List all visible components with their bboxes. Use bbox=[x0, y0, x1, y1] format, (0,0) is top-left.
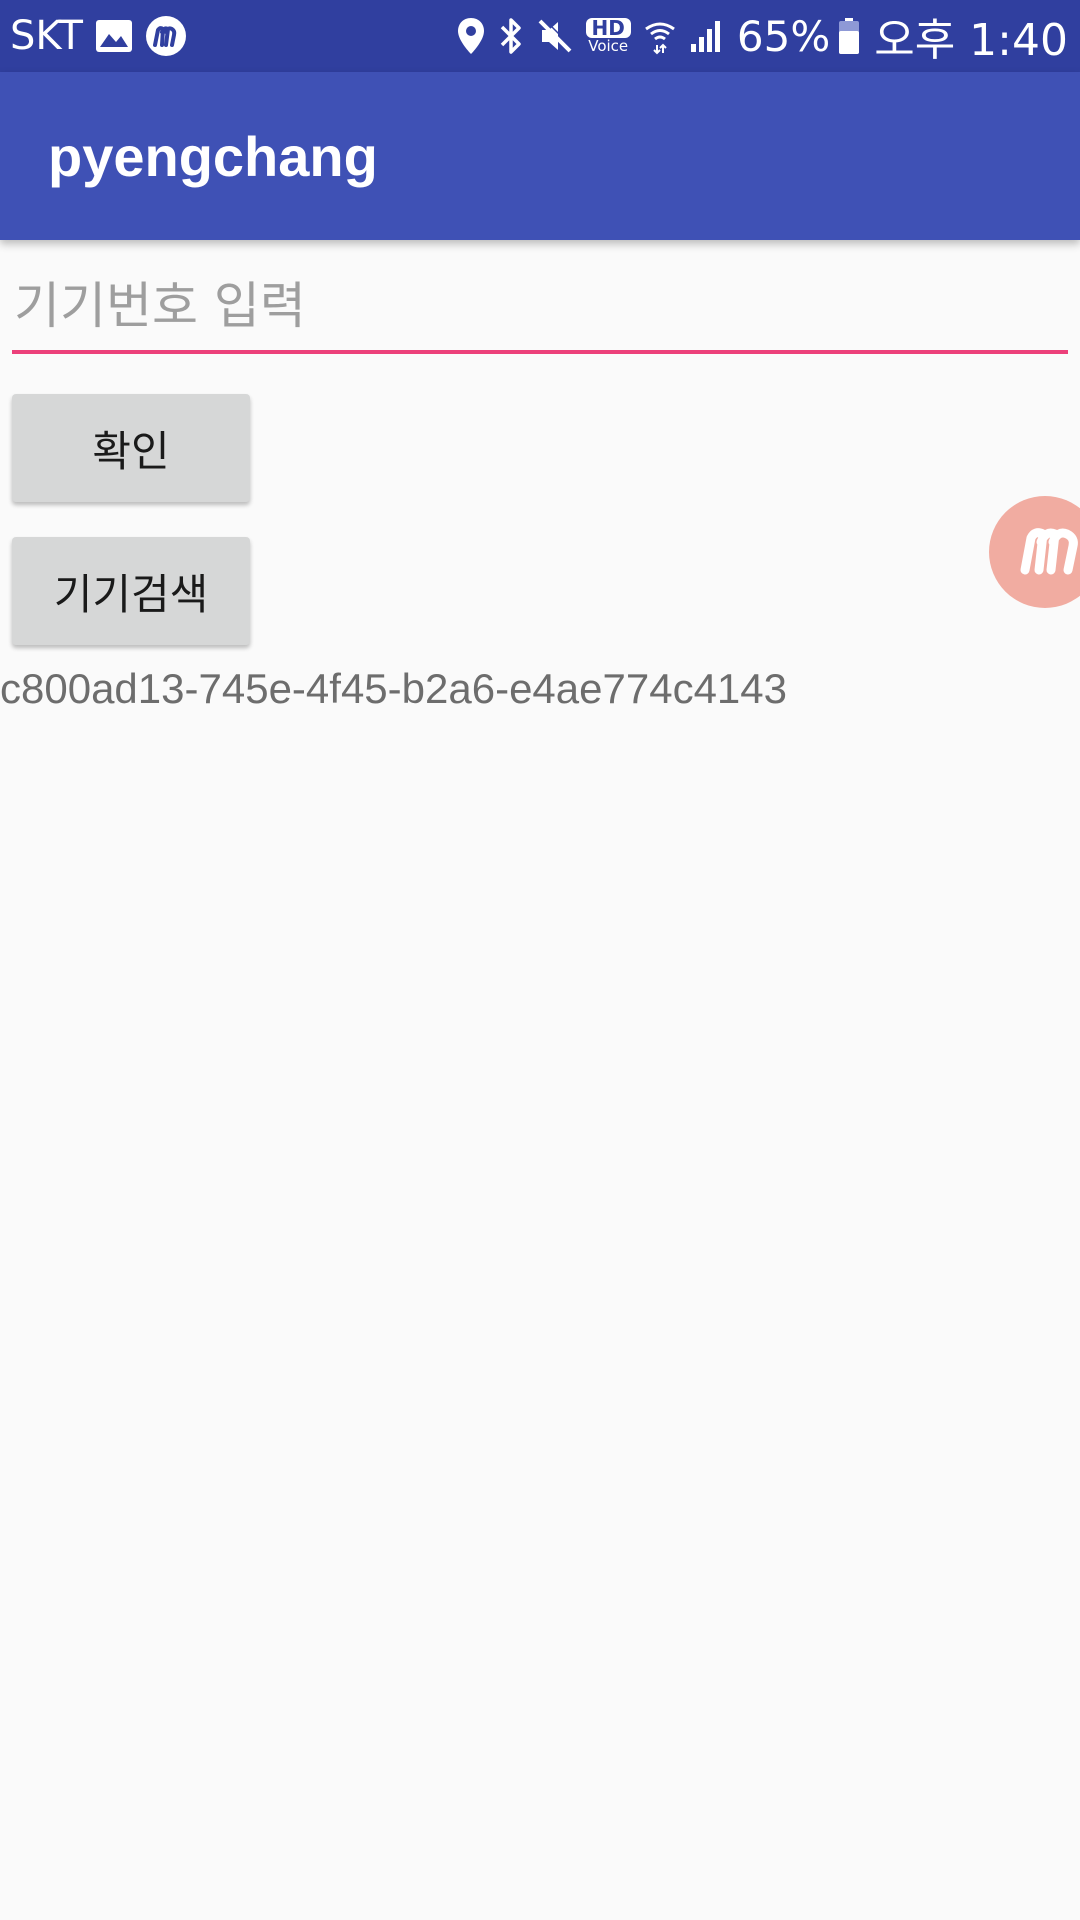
input-underline bbox=[12, 350, 1068, 354]
confirm-button-label: 확인 bbox=[92, 426, 170, 476]
clock: 오후 1:40 bbox=[874, 15, 1068, 66]
app-screen: SKT HD Voice 65% 오후 1:40 pyengchang 기기번호… bbox=[0, 0, 1080, 1920]
floating-mobizen-button[interactable] bbox=[989, 496, 1080, 608]
mobizen-icon bbox=[1019, 520, 1080, 585]
mobizen-icon bbox=[145, 15, 187, 57]
device-search-button-label: 기기검색 bbox=[53, 569, 209, 619]
signal-icon bbox=[689, 18, 725, 54]
location-icon bbox=[456, 16, 486, 56]
battery-icon bbox=[838, 17, 860, 55]
app-title: pyengchang bbox=[48, 124, 378, 188]
bluetooth-icon bbox=[498, 16, 524, 56]
hd-label: HD bbox=[585, 18, 631, 38]
carrier-label: SKT bbox=[10, 13, 83, 59]
device-search-button[interactable]: 기기검색 bbox=[12, 537, 250, 645]
wifi-icon bbox=[643, 17, 677, 55]
device-number-input[interactable] bbox=[12, 262, 1068, 350]
status-bar: SKT HD Voice 65% 오후 1:40 bbox=[0, 0, 1080, 72]
image-icon bbox=[95, 19, 133, 53]
status-bar-right: HD Voice 65% 오후 1:40 bbox=[456, 0, 1068, 72]
confirm-button[interactable]: 확인 bbox=[12, 394, 250, 502]
app-bar: pyengchang bbox=[0, 72, 1080, 240]
battery-percent: 65% bbox=[736, 11, 831, 61]
voice-label: Voice bbox=[588, 37, 629, 55]
hd-voice-icon: HD Voice bbox=[585, 18, 631, 55]
status-bar-left: SKT bbox=[10, 0, 199, 72]
device-id-text: c800ad13-745e-4f45-b2a6-e4ae774c4143 bbox=[0, 665, 788, 712]
device-number-field[interactable] bbox=[12, 262, 1068, 354]
mute-icon bbox=[536, 17, 574, 55]
